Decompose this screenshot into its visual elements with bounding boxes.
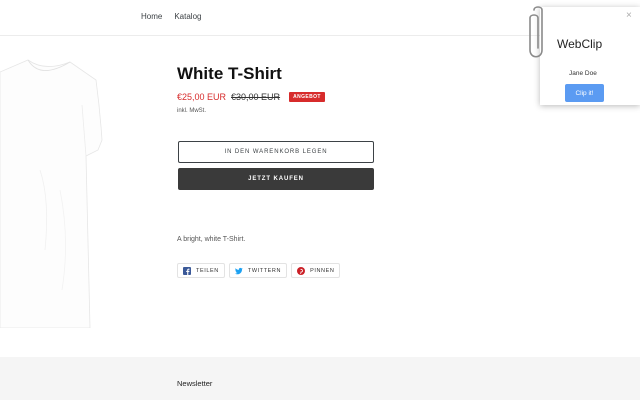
newsletter-heading: Newsletter [177, 379, 213, 388]
share-facebook-label: TEILEN [196, 267, 219, 274]
tax-note: inkl. MwSt. [177, 108, 207, 114]
pinterest-icon [297, 266, 306, 275]
paperclip-icon [529, 6, 543, 58]
product-description: A bright, white T-Shirt. [177, 236, 246, 243]
sale-badge: ANGEBOT [289, 92, 325, 102]
share-twitter-button[interactable]: TWITTERN [228, 263, 288, 278]
twitter-icon [234, 267, 243, 275]
site-footer: Newsletter [0, 357, 640, 400]
product-page: Home Katalog White T-Shirt €25,00 EUR €3… [0, 0, 640, 400]
main-nav: Home Katalog [141, 12, 201, 21]
clip-it-button[interactable]: Clip it! [565, 84, 604, 102]
nav-katalog[interactable]: Katalog [174, 12, 201, 21]
nav-home[interactable]: Home [141, 12, 162, 21]
product-title: White T-Shirt [177, 64, 282, 83]
close-icon[interactable]: × [626, 11, 632, 21]
add-to-cart-button[interactable]: IN DEN WARENKORB LEGEN [178, 141, 374, 163]
sale-price: €25,00 EUR [177, 92, 227, 102]
webclip-user: Jane Doe [569, 70, 597, 77]
social-share: TEILEN TWITTERN PINNEN [177, 263, 341, 278]
share-pinterest-button[interactable]: PINNEN [291, 263, 341, 278]
share-facebook-button[interactable]: TEILEN [177, 263, 225, 278]
share-twitter-label: TWITTERN [247, 267, 282, 274]
price-row: €25,00 EUR €30,00 EUR ANGEBOT [177, 92, 325, 102]
webclip-popup: × WebClip Jane Doe Clip it! [540, 7, 640, 105]
product-image [0, 59, 103, 328]
facebook-icon [183, 266, 191, 275]
webclip-title: WebClip [557, 37, 603, 51]
buy-now-button[interactable]: JETZT KAUFEN [178, 168, 374, 190]
share-pinterest-label: PINNEN [310, 267, 335, 274]
compare-price: €30,00 EUR [231, 92, 281, 102]
